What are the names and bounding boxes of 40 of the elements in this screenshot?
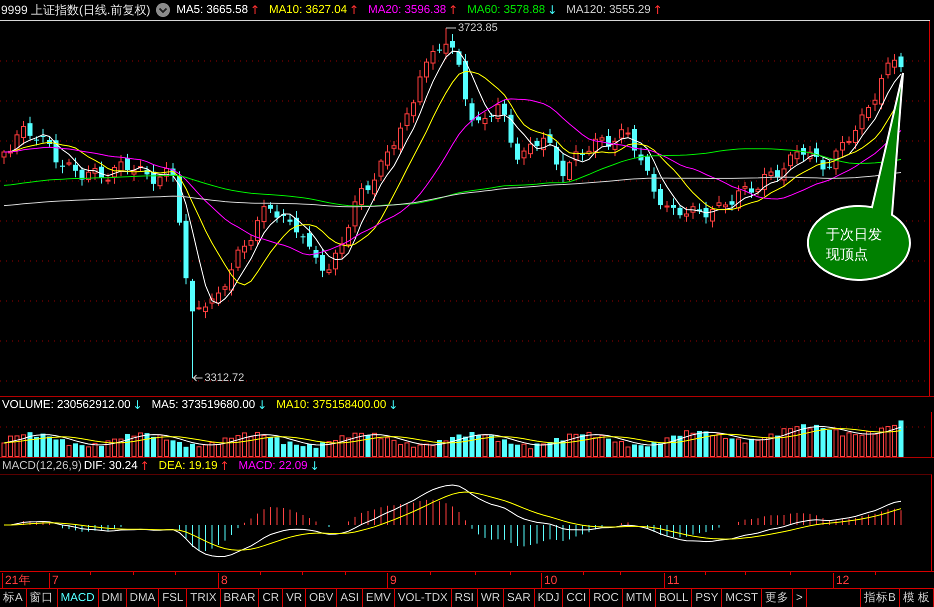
date-label: 7 bbox=[49, 572, 59, 588]
callout-text: 于次日发现顶点 bbox=[826, 225, 883, 264]
date-label: 10 bbox=[541, 572, 558, 588]
price-low-label: 3312.72 bbox=[204, 371, 244, 386]
moving-average-value: MA20: 3596.38 bbox=[368, 4, 446, 16]
trend-arrow: ↓ bbox=[257, 398, 268, 412]
trend-arrow: ↓ bbox=[547, 3, 558, 18]
price-high-label: 3723.85 bbox=[458, 21, 498, 36]
volume-value: MA10: 375158400.00 bbox=[276, 398, 386, 411]
trend-arrow: ↓ bbox=[310, 459, 320, 474]
moving-average-value: MA10: 3627.04 bbox=[269, 4, 348, 16]
indicator-tab[interactable]: 标A bbox=[0, 588, 27, 607]
trend-arrow: ↑ bbox=[349, 3, 360, 18]
trend-arrow: ↑ bbox=[219, 459, 230, 474]
trend-arrow: ↑ bbox=[140, 459, 150, 474]
date-label: 8 bbox=[218, 572, 228, 588]
macd-label: MACD(12,26,9) bbox=[2, 460, 82, 472]
date-label: 9 bbox=[387, 572, 397, 588]
chart-title: 9999 上证指数(日线.前复权) bbox=[1, 2, 150, 19]
trend-arrow: ↑ bbox=[652, 3, 663, 18]
trend-arrow: ↑ bbox=[250, 3, 260, 18]
macd-value: DEA: 19.19 bbox=[158, 460, 218, 472]
date-label: 12 bbox=[833, 572, 850, 588]
macd-value: DIF: 30.24 bbox=[84, 460, 138, 472]
trend-arrow: ↓ bbox=[132, 398, 143, 412]
moving-average-value: MA120: 3555.29 bbox=[566, 4, 651, 16]
indicator-tab[interactable]: ASI bbox=[337, 588, 363, 607]
trend-arrow: ↑ bbox=[448, 3, 458, 18]
volume-value: VOLUME: 230562912.00 bbox=[2, 398, 131, 411]
macd-value: MACD: 22.09 bbox=[238, 460, 308, 472]
indicator-tab[interactable]: WR bbox=[478, 588, 504, 607]
indicator-tab[interactable]: VR bbox=[283, 588, 306, 607]
trend-arrow: ↓ bbox=[388, 398, 398, 412]
indicator-tab[interactable]: VOL-TDX bbox=[394, 588, 452, 607]
panel-tab[interactable]: 指标B bbox=[861, 588, 900, 607]
date-label: 11 bbox=[664, 572, 680, 588]
moving-average-value: MA5: 3665.58 bbox=[176, 4, 248, 16]
moving-average-value: MA60: 3578.88 bbox=[467, 4, 546, 16]
date-label: 21年 bbox=[2, 572, 30, 588]
volume-value: MA5: 373519680.00 bbox=[152, 398, 256, 411]
